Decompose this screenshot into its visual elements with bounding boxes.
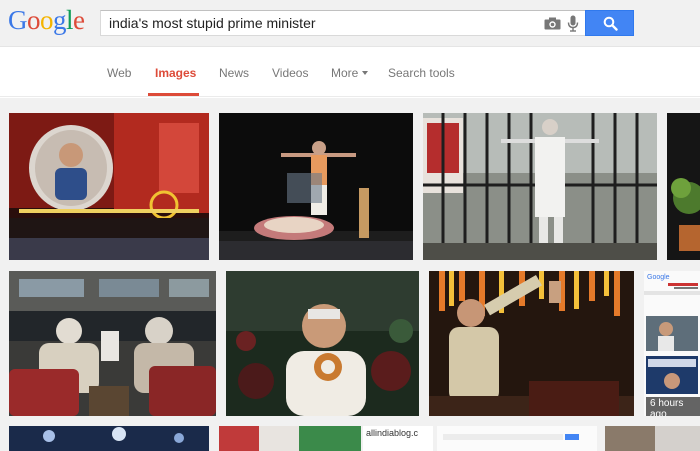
logo-letter: g — [53, 5, 67, 35]
thumbnail-image — [219, 113, 413, 260]
tab-news[interactable]: News — [219, 66, 249, 80]
image-result[interactable]: Google 6 hours ago — [644, 271, 700, 416]
image-results-grid: Google 6 hours ago allindiablog.c — [0, 98, 700, 451]
logo-letter: o — [27, 5, 41, 35]
tab-web[interactable]: Web — [107, 66, 131, 80]
side-result-logo: Google — [647, 274, 670, 281]
active-tab-indicator — [148, 93, 199, 96]
image-result[interactable] — [219, 426, 361, 451]
tab-more[interactable]: More — [331, 66, 369, 80]
time-badge: 6 hours ago — [646, 397, 700, 416]
image-result[interactable] — [219, 113, 413, 260]
tab-search-tools[interactable]: Search tools — [388, 66, 455, 80]
image-result[interactable] — [423, 113, 657, 260]
search-input[interactable] — [101, 11, 531, 35]
thumbnail-image — [429, 271, 634, 416]
logo-letter: l — [66, 5, 74, 35]
search-tabs: Web Images News Videos More Search tools — [0, 47, 700, 97]
thumbnail-image — [437, 426, 597, 451]
image-result[interactable] — [605, 426, 700, 451]
image-result[interactable] — [429, 271, 634, 416]
logo-letter: o — [40, 5, 54, 35]
magnifier-icon — [603, 16, 618, 31]
thumbnail-image — [605, 426, 700, 451]
thumbnail-image — [226, 271, 419, 416]
top-bar: Google — [0, 0, 700, 47]
image-result[interactable] — [226, 271, 419, 416]
chevron-down-icon — [362, 70, 369, 75]
thumbnail-image — [9, 113, 209, 260]
logo-letter: G — [8, 5, 28, 35]
search-button[interactable] — [585, 10, 634, 36]
google-logo[interactable]: Google — [8, 5, 85, 36]
thumbnail-image — [9, 271, 216, 416]
search-box — [100, 10, 586, 36]
tab-videos[interactable]: Videos — [272, 66, 308, 80]
logo-letter: e — [73, 5, 85, 35]
image-result[interactable] — [9, 271, 216, 416]
thumbnail-image — [644, 271, 700, 416]
image-result[interactable] — [9, 113, 209, 260]
image-result[interactable] — [9, 426, 209, 451]
image-result[interactable] — [667, 113, 700, 260]
camera-icon[interactable] — [544, 17, 561, 30]
microphone-icon[interactable] — [567, 15, 579, 32]
result-source-caption: allindiablog.c — [366, 428, 419, 438]
thumbnail-image — [9, 426, 209, 451]
thumbnail-image — [667, 113, 700, 260]
thumbnail-image — [423, 113, 657, 260]
thumbnail-image — [219, 426, 361, 451]
image-result[interactable] — [437, 426, 597, 451]
tab-images[interactable]: Images — [155, 66, 196, 80]
image-result[interactable]: allindiablog.c — [363, 426, 433, 451]
tab-more-label: More — [331, 66, 359, 80]
